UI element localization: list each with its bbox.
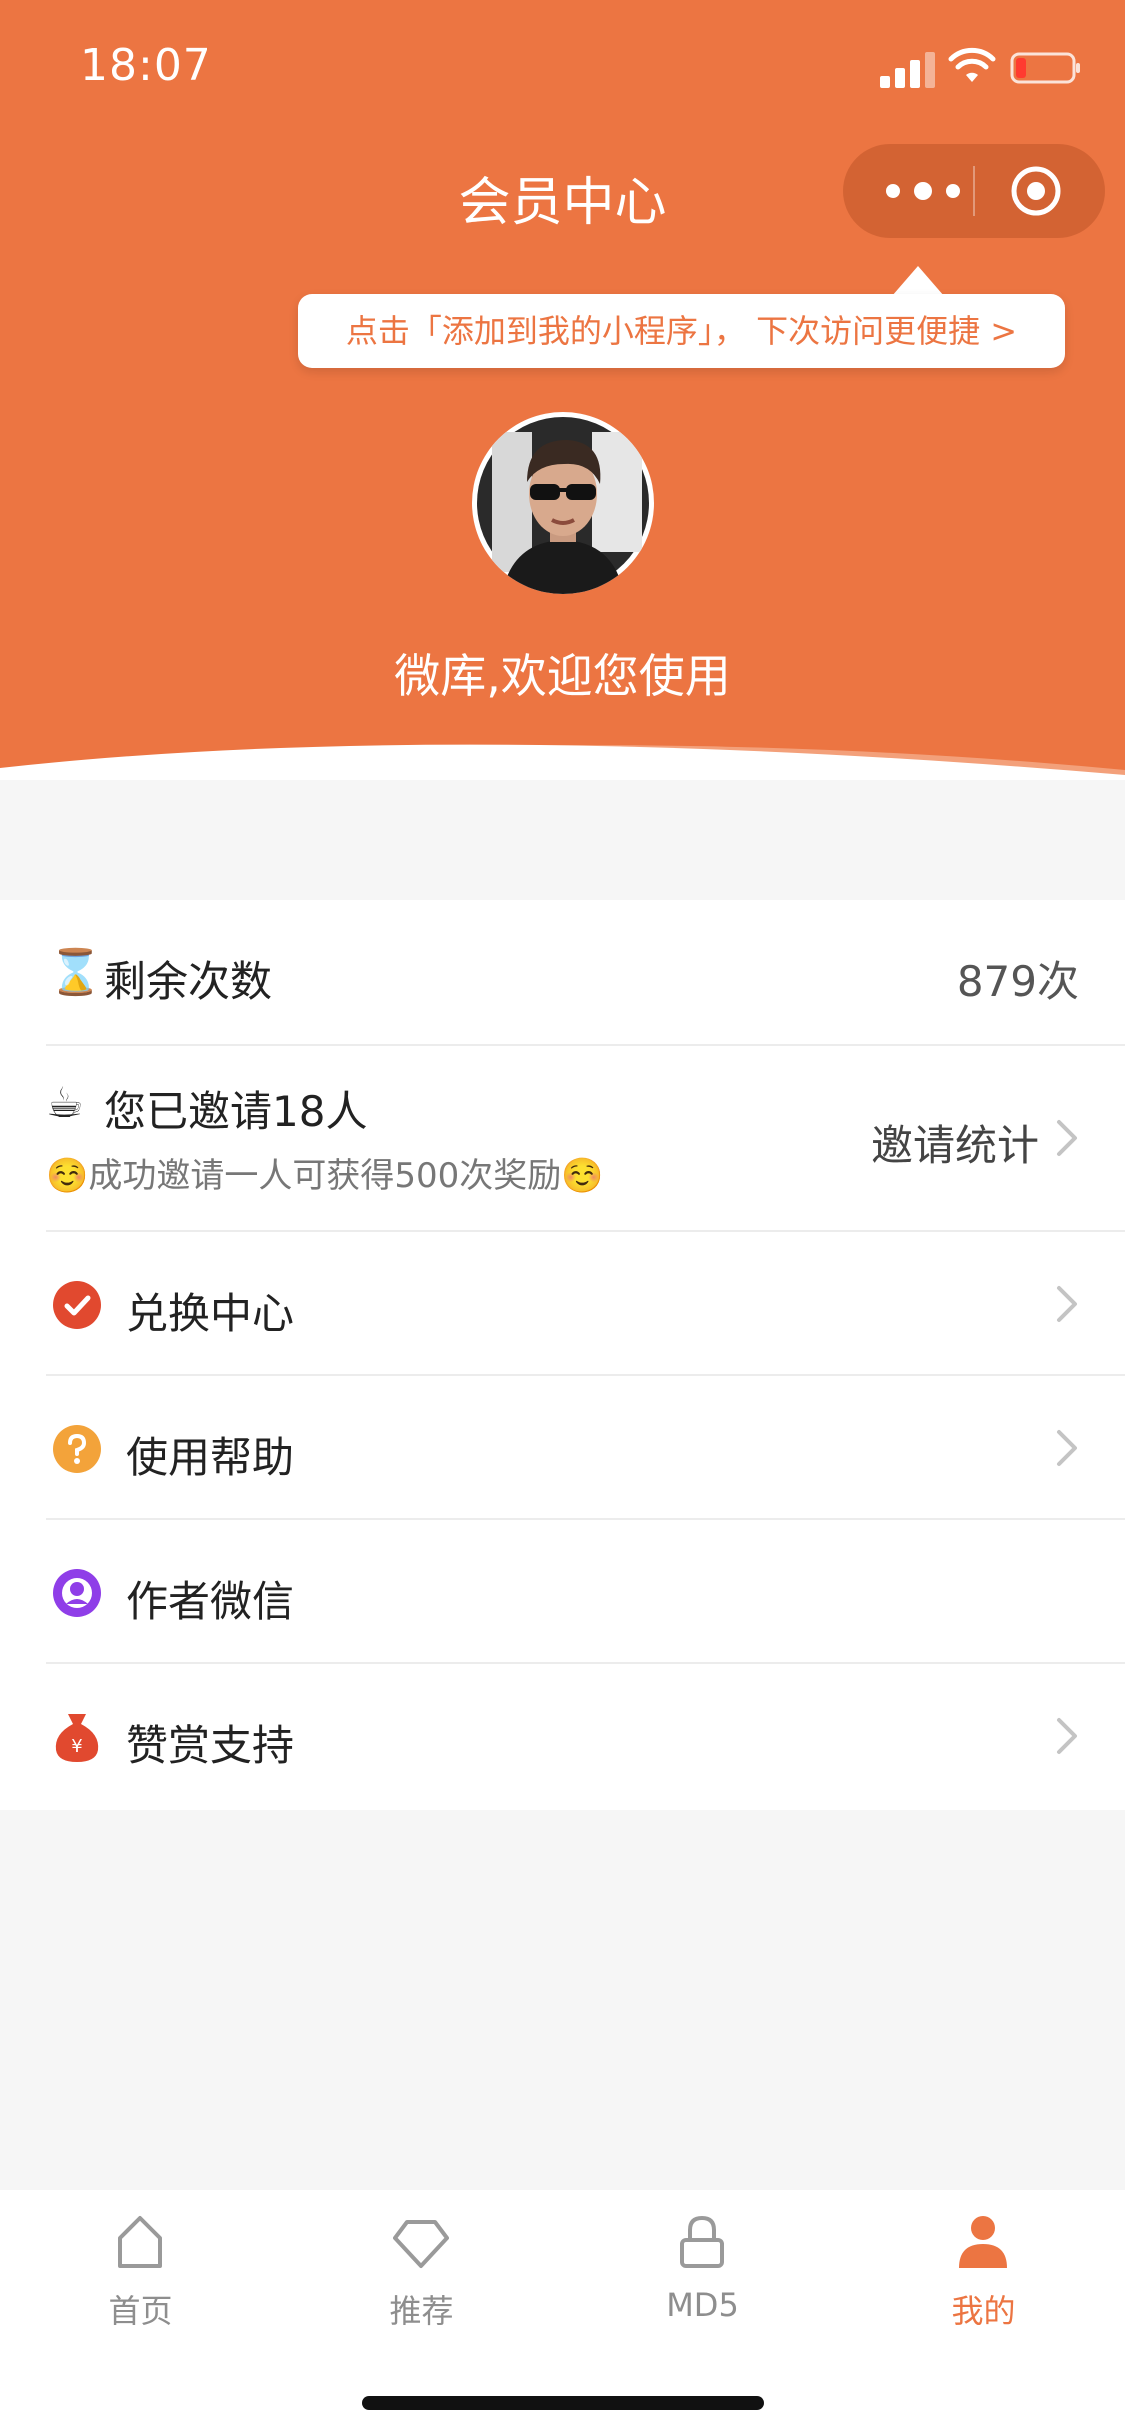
capsule-divider bbox=[973, 166, 975, 216]
menu-item-label: 使用帮助 bbox=[126, 1433, 295, 1482]
home-indicator bbox=[362, 2396, 764, 2410]
person-icon bbox=[959, 2216, 1007, 2268]
status-time: 18:07 bbox=[80, 40, 212, 91]
invite-label: 您已邀请18人 bbox=[104, 1087, 368, 1136]
profile-header: 18:07 会员中心 点击「添加到我的小程序」， 下次访问更便捷 > 微库,欢迎… bbox=[0, 0, 1125, 780]
tab-label: 首页 bbox=[108, 2292, 173, 2330]
menu-item-author-wechat[interactable]: 作者微信 bbox=[0, 1520, 1125, 1664]
wifi-icon bbox=[948, 47, 996, 82]
tab-label: 我的 bbox=[951, 2292, 1016, 2330]
tab-mine[interactable]: 我的 bbox=[843, 2190, 1124, 2350]
member-menu: ⌛ 剩余次数 879次 ☕ 您已邀请18人 ☺️成功邀请一人可获得500次奖励☺… bbox=[0, 900, 1125, 1810]
money-bag-icon: ¥ bbox=[55, 1714, 99, 1762]
cellular-signal-icon bbox=[880, 52, 935, 88]
question-circle-icon bbox=[53, 1425, 101, 1473]
welcome-text: 微库,欢迎您使用 bbox=[394, 649, 731, 703]
user-circle-icon bbox=[53, 1569, 101, 1617]
tab-home[interactable]: 首页 bbox=[0, 2190, 281, 2350]
tab-label: MD5 bbox=[666, 2286, 739, 2324]
tab-recommend[interactable]: 推荐 bbox=[281, 2190, 562, 2350]
diamond-icon bbox=[393, 2220, 449, 2268]
invite-stats-link[interactable]: 邀请统计 bbox=[871, 1112, 1039, 1173]
menu-item-help[interactable]: 使用帮助 bbox=[0, 1376, 1125, 1520]
hourglass-icon: ⌛ bbox=[48, 947, 103, 998]
menu-item-label: 赞赏支持 bbox=[126, 1721, 295, 1770]
home-icon bbox=[118, 2216, 162, 2268]
close-miniprogram-icon[interactable] bbox=[1009, 164, 1063, 218]
chevron-right-icon bbox=[1057, 1120, 1077, 1156]
miniprogram-capsule bbox=[843, 144, 1105, 238]
header-wave bbox=[0, 744, 1125, 780]
chevron-right-icon bbox=[1057, 1718, 1077, 1754]
remaining-label: 剩余次数 bbox=[104, 957, 273, 1006]
check-circle-icon bbox=[53, 1281, 101, 1329]
menu-item-label: 兑换中心 bbox=[126, 1289, 295, 1338]
tooltip-arrow bbox=[892, 266, 944, 296]
invite-subtext: ☺️成功邀请一人可获得500次奖励☺️ bbox=[46, 1156, 604, 1196]
add-to-miniprogram-tooltip[interactable]: 点击「添加到我的小程序」， 下次访问更便捷 > bbox=[298, 294, 1065, 368]
menu-item-redeem-center[interactable]: 兑换中心 bbox=[0, 1232, 1125, 1376]
chevron-right-icon bbox=[1057, 1286, 1077, 1322]
status-bar: 18:07 bbox=[0, 0, 1125, 140]
remaining-count-row: ⌛ 剩余次数 879次 bbox=[0, 900, 1125, 1046]
tab-md5[interactable]: MD5 bbox=[562, 2190, 843, 2350]
avatar[interactable] bbox=[472, 412, 654, 594]
svg-text:¥: ¥ bbox=[71, 1736, 82, 1757]
coffee-icon: ☕ bbox=[46, 1078, 84, 1127]
remaining-value: 879次 bbox=[956, 957, 1079, 1006]
chevron-right-icon bbox=[1057, 1430, 1077, 1466]
battery-icon bbox=[1010, 52, 1080, 84]
tab-label: 推荐 bbox=[389, 2292, 454, 2330]
menu-item-tip-support[interactable]: ¥ 赞赏支持 bbox=[0, 1664, 1125, 1810]
more-icon[interactable] bbox=[883, 174, 963, 208]
menu-item-label: 作者微信 bbox=[126, 1577, 295, 1626]
invite-row[interactable]: ☕ 您已邀请18人 ☺️成功邀请一人可获得500次奖励☺️ 邀请统计 bbox=[0, 1046, 1125, 1232]
lock-icon bbox=[680, 2215, 724, 2268]
avatar-image bbox=[477, 417, 649, 594]
